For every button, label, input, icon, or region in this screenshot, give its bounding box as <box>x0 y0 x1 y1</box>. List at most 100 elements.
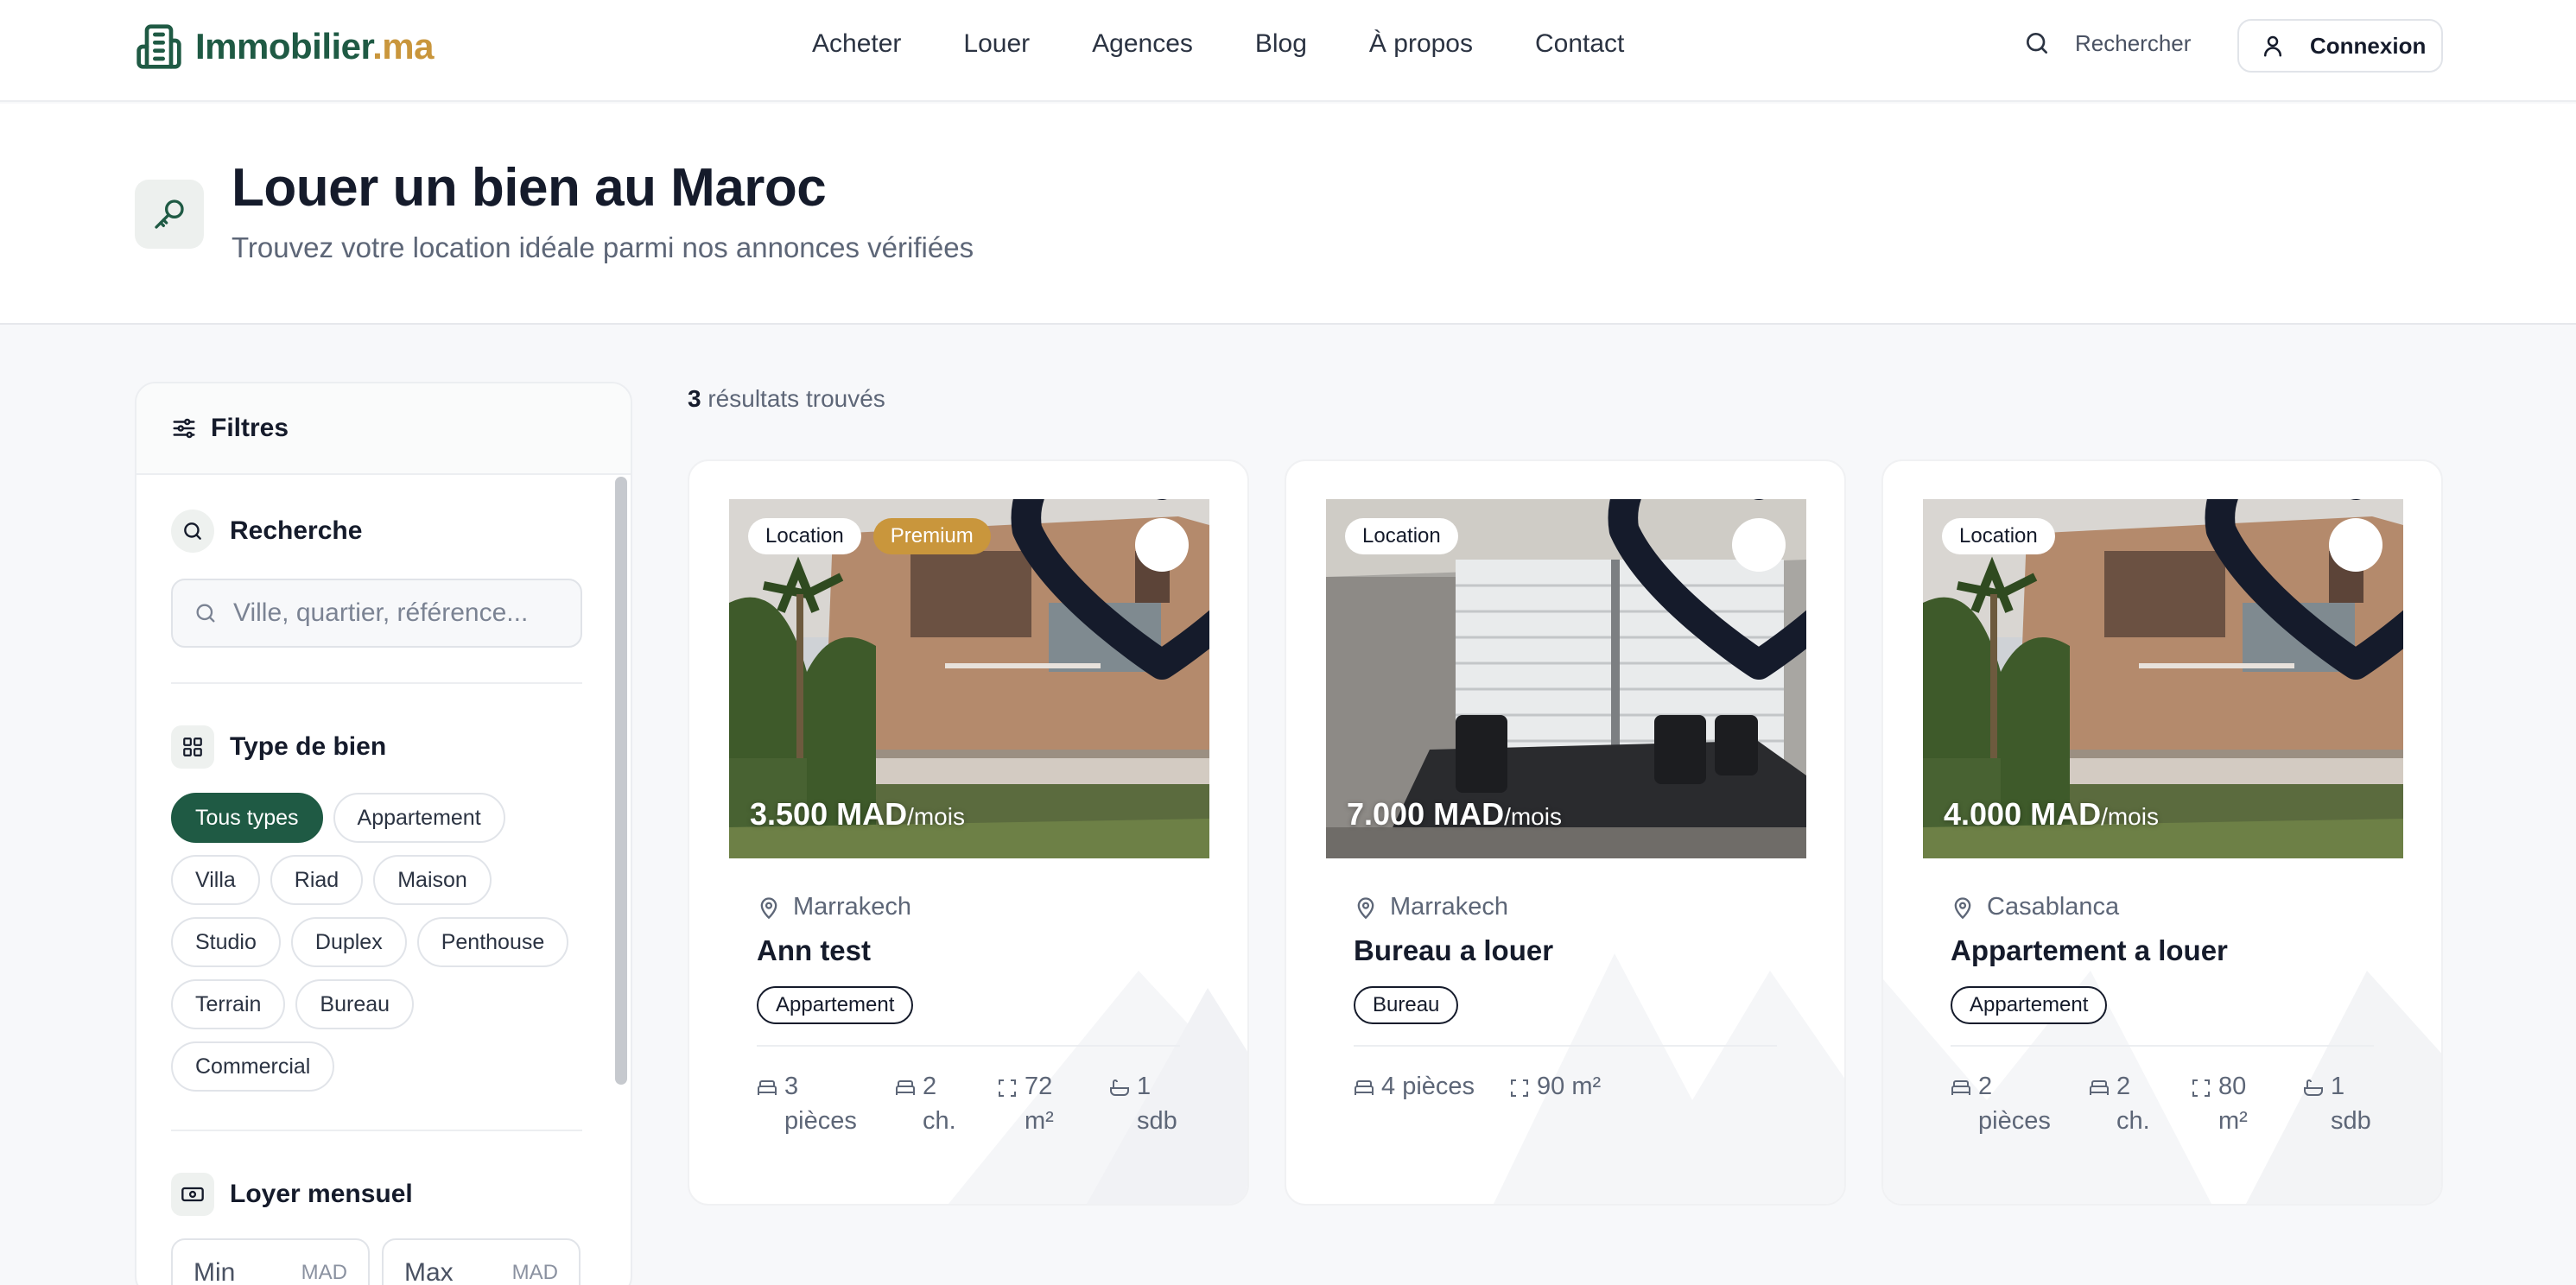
spec-bathrooms: 1 sdb <box>1109 1069 1187 1138</box>
area-icon <box>1509 1078 1530 1098</box>
filters-scrollbar[interactable] <box>615 477 627 1085</box>
listing-specs: 4 pièces 90 m² <box>1354 1069 1630 1104</box>
spec-bedrooms: 2 ch. <box>895 1069 997 1138</box>
listing-location: Marrakech <box>757 893 911 921</box>
spec-rooms: 4 pièces <box>1354 1069 1509 1104</box>
spec-rooms: 2 pièces <box>1951 1069 2089 1138</box>
rent-max-field[interactable]: Max MAD <box>382 1238 581 1285</box>
spec-area: 80 m² <box>2191 1069 2303 1138</box>
bath-icon <box>1109 1078 1130 1098</box>
rent-section: Loyer mensuel Min MAD Max MAD <box>171 1173 582 1285</box>
badge-location: Location <box>1345 518 1458 554</box>
building-icon <box>135 22 183 71</box>
favorite-button[interactable] <box>2205 499 2403 680</box>
listing-type-badge: Appartement <box>757 986 914 1024</box>
search-section: Recherche <box>171 510 582 648</box>
listing-title[interactable]: Ann test <box>757 934 871 967</box>
login-button[interactable]: Connexion <box>2237 19 2443 73</box>
chip-bureau[interactable]: Bureau <box>295 979 415 1029</box>
nav-blog[interactable]: Blog <box>1255 29 1307 59</box>
area-icon <box>997 1078 1018 1098</box>
listing-photo-villa[interactable]: Location Premium 3.500 MAD/mois <box>729 499 1209 858</box>
filters-panel: Filtres Recherche Type de bien Tous type… <box>135 382 632 1285</box>
listing-photo-villa[interactable]: Location 4.000 MAD/mois <box>1923 499 2403 858</box>
banknote-icon <box>171 1173 214 1216</box>
chip-appartement[interactable]: Appartement <box>333 793 505 843</box>
listing-location: Marrakech <box>1354 893 1508 921</box>
search-section-title: Recherche <box>230 516 363 545</box>
search-icon <box>171 510 214 553</box>
spec-area: 90 m² <box>1509 1069 1630 1104</box>
main-nav: Acheter Louer Agences Blog À propos Cont… <box>812 29 1686 59</box>
divider <box>171 682 582 684</box>
area-icon <box>2191 1078 2211 1098</box>
nav-louer[interactable]: Louer <box>963 29 1030 59</box>
chip-commercial[interactable]: Commercial <box>171 1041 335 1092</box>
property-type-chips: Tous types Appartement Villa Riad Maison… <box>171 793 582 1092</box>
results-count: 3 résultats trouvés <box>688 385 885 412</box>
favorite-button[interactable] <box>1608 499 1806 680</box>
map-pin-icon <box>1951 896 1975 920</box>
listing-type-badge: Appartement <box>1951 986 2108 1024</box>
bed-icon <box>2089 1078 2110 1098</box>
listing-title[interactable]: Bureau a louer <box>1354 934 1553 967</box>
site-logo[interactable]: Immobilier.ma <box>135 22 434 71</box>
user-icon <box>2260 33 2286 59</box>
listing-card[interactable]: Location Premium 3.500 MAD/mois Marrakec… <box>688 459 1249 1206</box>
search-field[interactable] <box>171 579 582 648</box>
search-icon <box>194 601 218 625</box>
search-icon <box>2023 29 2051 57</box>
bed-icon <box>757 1078 777 1098</box>
key-icon <box>135 180 204 249</box>
chip-tous-types[interactable]: Tous types <box>171 793 323 843</box>
heart-icon <box>2116 499 2403 725</box>
search-button[interactable]: Rechercher <box>2023 29 2191 57</box>
nav-contact[interactable]: Contact <box>1535 29 1624 59</box>
rent-max-label: Max <box>404 1258 454 1285</box>
search-input[interactable] <box>233 598 562 628</box>
bath-icon <box>2303 1078 2324 1098</box>
listing-card[interactable]: Location 7.000 MAD/mois Marrakech Bureau… <box>1285 459 1846 1206</box>
listing-location: Casablanca <box>1951 893 2119 921</box>
listing-card[interactable]: Location 4.000 MAD/mois Casablanca Appar… <box>1881 459 2443 1206</box>
chip-maison[interactable]: Maison <box>373 855 492 905</box>
nav-a-propos[interactable]: À propos <box>1369 29 1473 59</box>
listing-type-badge: Bureau <box>1354 986 1459 1024</box>
rent-title: Loyer mensuel <box>230 1180 413 1208</box>
chip-penthouse[interactable]: Penthouse <box>416 917 569 967</box>
property-type-title: Type de bien <box>230 732 387 761</box>
listing-title[interactable]: Appartement a louer <box>1951 934 2228 967</box>
chip-villa[interactable]: Villa <box>171 855 260 905</box>
favorite-button[interactable] <box>1011 499 1209 680</box>
badge-location: Location <box>748 518 861 554</box>
nav-acheter[interactable]: Acheter <box>812 29 901 59</box>
logo-text: Immobilier.ma <box>195 26 434 66</box>
rent-min-unit: MAD <box>301 1261 347 1284</box>
page-hero: Louer un bien au Maroc Trouvez votre loc… <box>0 104 2576 325</box>
rent-max-unit: MAD <box>511 1261 558 1284</box>
rent-min-field[interactable]: Min MAD <box>171 1238 370 1285</box>
listing-photo-office[interactable]: Location 7.000 MAD/mois <box>1326 499 1806 858</box>
chip-terrain[interactable]: Terrain <box>171 979 286 1029</box>
map-pin-icon <box>1354 896 1378 920</box>
heart-icon <box>922 499 1209 725</box>
grid-icon <box>171 725 214 769</box>
bed-icon <box>895 1078 916 1098</box>
bed-icon <box>1951 1078 1971 1098</box>
filters-header: Filtres <box>136 383 631 475</box>
map-pin-icon <box>757 896 781 920</box>
sliders-icon <box>171 415 197 441</box>
chip-duplex[interactable]: Duplex <box>290 917 407 967</box>
spec-bathrooms: 1 sdb <box>2303 1069 2381 1138</box>
divider <box>757 1045 1180 1047</box>
search-label: Rechercher <box>2075 29 2192 56</box>
bed-icon <box>1354 1078 1374 1098</box>
heart-icon <box>1519 499 1806 725</box>
divider <box>1951 1045 2374 1047</box>
filters-title: Filtres <box>211 414 289 442</box>
chip-riad[interactable]: Riad <box>270 855 364 905</box>
listing-price: 7.000 MAD/mois <box>1347 796 1562 832</box>
nav-agences[interactable]: Agences <box>1092 29 1193 59</box>
chip-studio[interactable]: Studio <box>171 917 281 967</box>
property-type-section: Type de bien Tous types Appartement Vill… <box>171 725 582 1092</box>
